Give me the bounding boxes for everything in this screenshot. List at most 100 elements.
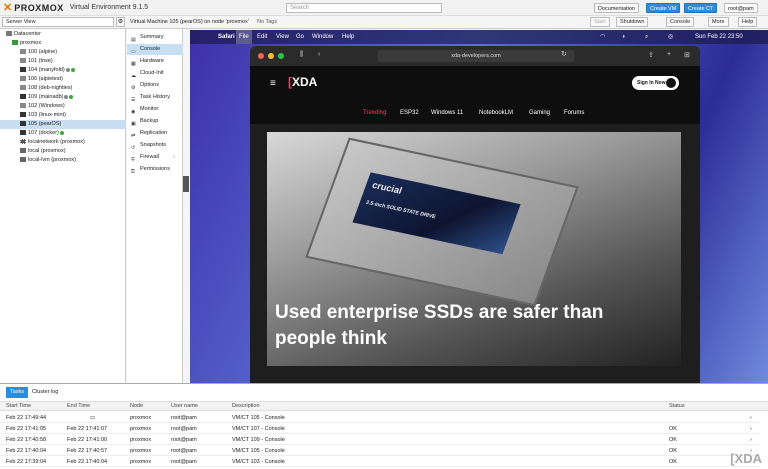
table-row[interactable]: Feb 22 17:49:44 ▭ proxmox root@pam VM/CT… — [0, 413, 760, 423]
tree-item[interactable]: 109 (mainadb) — [0, 93, 126, 102]
col-user[interactable]: User name — [171, 403, 198, 409]
menu-cloud-init[interactable]: ☁ Cloud-Init — [127, 68, 183, 79]
vm-console-screen[interactable]: Safari File Edit View Go Window Help ◠ ◗… — [190, 30, 768, 383]
menu-task-history[interactable]: ☰ Task History — [127, 92, 183, 103]
create-ct-button[interactable]: Create CT — [684, 3, 718, 13]
col-status[interactable]: Status — [669, 403, 685, 409]
tree-node-proxmox[interactable]: proxmox — [0, 39, 126, 48]
share-icon[interactable]: ⇪ — [648, 51, 654, 59]
tree-item[interactable]: local-lvm (proxmox) — [0, 156, 126, 165]
table-row[interactable]: Feb 22 17:40:04 Feb 22 17:40:57 proxmox … — [0, 446, 760, 456]
nav-gaming[interactable]: Gaming — [529, 102, 550, 124]
close-icon[interactable] — [258, 53, 264, 59]
site-logo[interactable]: [XDA — [288, 75, 317, 89]
server-view-select[interactable]: Server View — [2, 17, 114, 27]
menu-hardware[interactable]: ▦ Hardware — [127, 56, 183, 67]
menubar-help[interactable]: Help — [342, 30, 354, 44]
address-bar[interactable]: xda-developers.com — [378, 50, 574, 62]
create-vm-button[interactable]: Create VM — [646, 3, 681, 13]
table-row[interactable]: Feb 22 17:39:04 Feb 22 17:40:04 proxmox … — [0, 457, 760, 467]
menubar-view[interactable]: View — [276, 30, 289, 44]
tree-label: 107 (docker) — [28, 130, 59, 136]
guest-menubar: Safari File Edit View Go Window Help ◠ ◗… — [190, 30, 768, 44]
tree-item[interactable]: localnetwork (proxmox) — [0, 138, 126, 147]
tree-item[interactable]: 102 (Windows) — [0, 102, 126, 111]
user-menu-button[interactable]: root@pam — [724, 3, 758, 13]
nav-windows[interactable]: Windows 11 — [431, 102, 463, 124]
sign-in-button[interactable]: Sign In Now — [632, 76, 679, 90]
tree-item[interactable]: 108 (deb-nightles) — [0, 84, 126, 93]
sign-in-label: Sign In Now — [637, 80, 666, 86]
menu-replication[interactable]: ⇄ Replication — [127, 128, 183, 139]
nav-notebooklm[interactable]: NotebookLM — [479, 102, 513, 124]
chevron-right-icon[interactable]: › — [750, 424, 752, 434]
vm-running-icon — [20, 112, 26, 118]
minimize-icon[interactable] — [268, 53, 274, 59]
wifi-icon[interactable]: ◠ — [600, 30, 605, 44]
back-icon[interactable]: ‹ — [318, 51, 320, 58]
search-icon[interactable]: ⌕ — [645, 30, 648, 44]
chevron-right-icon[interactable]: › — [750, 413, 752, 423]
start-button[interactable]: Start — [590, 17, 610, 27]
cell-end: Feb 22 17:40:57 — [67, 448, 108, 454]
tree-item[interactable]: 103 (linux-mint) — [0, 111, 126, 120]
tags-label[interactable]: No Tags — [257, 19, 277, 25]
vm-running-icon — [20, 94, 26, 100]
tree-item[interactable]: local (proxmox) — [0, 147, 126, 156]
menu-snapshots[interactable]: ↺ Snapshots — [127, 140, 183, 151]
maximize-icon[interactable] — [278, 53, 284, 59]
tab-overview-icon[interactable]: ⊞ — [684, 51, 690, 59]
library-icon[interactable]: ⫼ — [300, 51, 303, 59]
nav-forums[interactable]: Forums — [564, 102, 584, 124]
col-start-time[interactable]: Start Time — [6, 403, 31, 409]
hamburger-menu-icon[interactable]: ≡ — [270, 78, 276, 89]
tree-item[interactable]: 107 (docker) — [0, 129, 126, 138]
nav-trending[interactable]: Trending — [363, 102, 386, 124]
menubar-safari[interactable]: Safari — [218, 30, 235, 44]
menubar-file[interactable]: File — [236, 30, 252, 44]
tree-item[interactable]: 104 (manyfold) — [0, 66, 126, 75]
menu-options[interactable]: ⚙ Options — [127, 80, 183, 91]
table-row[interactable]: Feb 22 17:40:58 Feb 22 17:41:00 proxmox … — [0, 435, 760, 445]
col-description[interactable]: Description — [232, 403, 260, 409]
menu-firewall[interactable]: ⛨ Firewall › — [127, 152, 183, 163]
console-button[interactable]: Console — [666, 17, 695, 27]
tab-cluster-log[interactable]: Cluster log — [28, 387, 62, 398]
menu-monitor[interactable]: ◉ Monitor — [127, 104, 183, 115]
menu-permissions[interactable]: ⚿ Permissions — [127, 164, 183, 175]
storage-icon — [20, 148, 26, 154]
col-node[interactable]: Node — [130, 403, 143, 409]
tree-item[interactable]: 101 (tnse) — [0, 57, 126, 66]
vm-icon — [20, 49, 26, 55]
menu-summary[interactable]: ▤ Summary — [127, 32, 183, 43]
reload-icon[interactable]: ↻ — [561, 50, 567, 58]
tree-item[interactable]: 106 (alpietest) — [0, 75, 126, 84]
gear-icon[interactable]: ⚙ — [116, 17, 125, 27]
menubar-edit[interactable]: Edit — [257, 30, 267, 44]
col-end-time[interactable]: End Time — [67, 403, 90, 409]
chevron-right-icon[interactable]: › — [750, 435, 752, 445]
table-row[interactable]: Feb 22 17:41:05 Feb 22 17:41:07 proxmox … — [0, 424, 760, 434]
menubar-window[interactable]: Window — [312, 30, 333, 44]
volume-icon[interactable]: ◗ — [622, 30, 626, 44]
tree-item-selected[interactable]: 105 (pearOS) — [0, 120, 126, 129]
menu-label: Snapshots — [140, 142, 166, 148]
tree-item[interactable]: 100 (alpine) — [0, 48, 126, 57]
new-tab-icon[interactable]: + — [667, 51, 671, 58]
tab-tasks[interactable]: Tasks — [6, 387, 29, 398]
shutdown-button[interactable]: Shutdown — [616, 17, 649, 27]
hero-image[interactable]: crucial 2.5-inch SOLID STATE DRIVE Used e… — [267, 132, 681, 366]
nav-esp32[interactable]: ESP32 — [400, 102, 419, 124]
documentation-button[interactable]: Documentation — [594, 3, 639, 13]
article-headline[interactable]: Used enterprise SSDs are safer than peop… — [275, 300, 635, 352]
collapse-handle[interactable] — [183, 176, 189, 192]
menubar-go[interactable]: Go — [296, 30, 304, 44]
menu-backup[interactable]: ▣ Backup — [127, 116, 183, 127]
search-input[interactable]: Search — [286, 3, 442, 13]
menu-console[interactable]: ▭ Console — [127, 44, 183, 55]
control-center-icon[interactable]: ◎ — [668, 30, 673, 44]
more-button[interactable]: More — [708, 17, 729, 27]
help-button[interactable]: Help — [738, 17, 758, 27]
status-dot-icon — [69, 94, 74, 99]
tree-datacenter[interactable]: Datacenter — [0, 30, 126, 39]
